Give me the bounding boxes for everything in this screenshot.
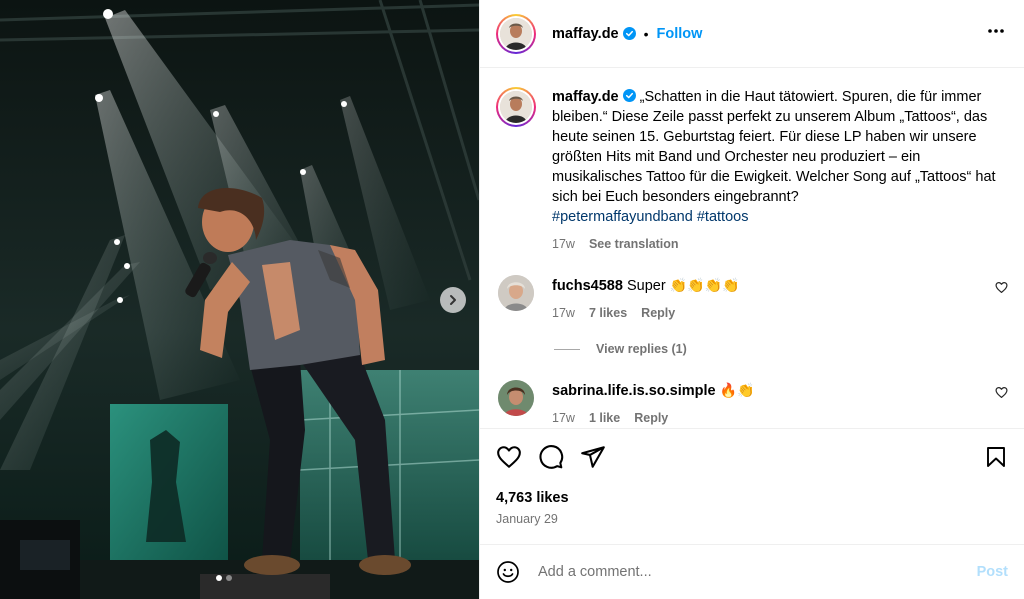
comment-meta: 17w 7 likes Reply	[552, 306, 982, 320]
comment-timestamp[interactable]: 17w	[552, 306, 575, 320]
comment-likes[interactable]: 1 like	[589, 411, 620, 425]
divider-line	[554, 348, 580, 350]
chevron-right-icon	[450, 295, 456, 305]
caption-row: maffay.de „Schatten in die Haut tätowiert…	[496, 87, 1008, 251]
commenter-username[interactable]: sabrina.life.is.so.simple	[552, 383, 716, 399]
reply-button[interactable]: Reply	[634, 411, 668, 425]
commenter-username[interactable]: fuchs4588	[552, 278, 623, 294]
verified-badge-icon	[622, 27, 636, 40]
post-header: maffay.de • Follow	[480, 0, 1024, 68]
comment-likes[interactable]: 7 likes	[589, 306, 627, 320]
comment-item: fuchs4588 Super 👏👏👏👏 17w 7 likes Reply	[496, 275, 1008, 320]
caption-text: maffay.de „Schatten in die Haut tätowiert…	[552, 87, 1012, 227]
see-translation-button[interactable]: See translation	[589, 237, 679, 251]
carousel-indicator	[216, 575, 232, 581]
carousel-dot	[216, 575, 222, 581]
view-replies-label[interactable]: View replies (1)	[596, 342, 687, 356]
post-actions: 4,763 likes January 29	[480, 428, 1024, 526]
caption-author-avatar[interactable]	[496, 87, 536, 127]
instagram-post-modal: maffay.de • Follow maffay.de „Schatten i…	[0, 0, 1024, 599]
comments-scroll-area[interactable]: maffay.de „Schatten in die Haut tätowiert…	[480, 69, 1024, 427]
post-side-panel: maffay.de • Follow maffay.de „Schatten i…	[479, 0, 1024, 599]
commenter-photo	[498, 275, 534, 311]
carousel-dot	[226, 575, 232, 581]
caption-username[interactable]: maffay.de	[552, 89, 619, 105]
next-slide-button[interactable]	[440, 287, 466, 313]
heart-icon[interactable]	[496, 444, 522, 470]
comment-input[interactable]	[538, 564, 977, 580]
share-icon[interactable]	[580, 444, 606, 470]
commenter-avatar[interactable]	[498, 380, 534, 416]
commenter-avatar[interactable]	[498, 275, 534, 311]
comment-timestamp[interactable]: 17w	[552, 411, 575, 425]
reply-button[interactable]: Reply	[641, 306, 675, 320]
caption-body: „Schatten in die Haut tätowiert. Spuren,…	[552, 89, 996, 205]
caption-meta: 17w See translation	[552, 237, 1012, 251]
save-icon[interactable]	[984, 444, 1008, 470]
hashtag-link[interactable]: #petermaffayundband	[552, 209, 693, 225]
post-comment-button[interactable]: Post	[977, 564, 1008, 580]
heart-icon[interactable]	[995, 386, 1008, 399]
post-date[interactable]: January 29	[496, 512, 1008, 526]
more-options-icon[interactable]	[986, 21, 1008, 47]
hashtag-link[interactable]: #tattoos	[697, 209, 749, 225]
comment-composer: Post	[480, 544, 1024, 599]
comment-meta: 17w 1 like Reply	[552, 411, 982, 425]
comment-emojis: 👏👏👏👏	[669, 277, 740, 293]
comment-body: Super	[626, 278, 666, 294]
verified-badge-icon	[622, 89, 636, 102]
post-media[interactable]	[0, 0, 479, 599]
comment-icon[interactable]	[538, 444, 564, 470]
heart-icon[interactable]	[995, 281, 1008, 294]
separator-dot: •	[643, 25, 649, 42]
comment-text: fuchs4588 Super 👏👏👏👏	[552, 275, 982, 296]
comment-text: sabrina.life.is.so.simple 🔥👏	[552, 380, 982, 401]
follow-button[interactable]: Follow	[657, 26, 703, 42]
comment-item: sabrina.life.is.so.simple 🔥👏 17w 1 like …	[496, 380, 1008, 425]
author-username[interactable]: maffay.de	[552, 26, 619, 42]
author-face-image	[500, 91, 532, 123]
author-avatar[interactable]	[496, 13, 536, 54]
author-face-image	[500, 17, 532, 50]
concert-photo	[0, 0, 479, 599]
emoji-icon[interactable]	[496, 560, 520, 584]
commenter-photo	[498, 380, 534, 416]
likes-count[interactable]: 4,763 likes	[496, 490, 1008, 506]
view-replies-button[interactable]: View replies (1)	[554, 342, 1008, 356]
action-icons	[496, 443, 1008, 471]
caption-timestamp[interactable]: 17w	[552, 237, 575, 251]
comment-emojis: 🔥👏	[719, 382, 755, 398]
